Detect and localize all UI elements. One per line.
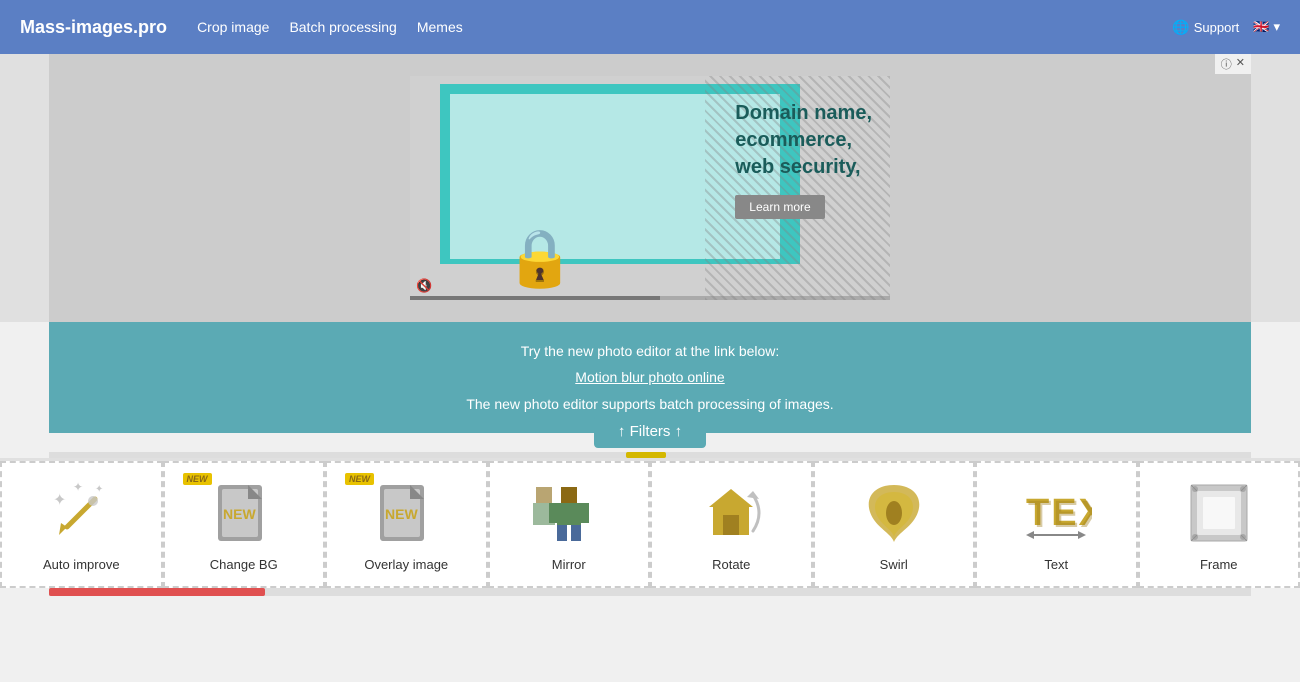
frame-icon <box>1183 477 1255 549</box>
ad-progress-fill <box>410 296 660 300</box>
tool-frame-label: Frame <box>1200 557 1238 572</box>
scroll-indicator <box>626 452 666 458</box>
ad-headline-area: Domain name, ecommerce, web security, Le… <box>735 100 872 219</box>
ad-info-icon: ⓘ <box>1221 56 1232 72</box>
ad-info-bar: ⓘ ✕ <box>1215 54 1251 74</box>
nav-batch-processing[interactable]: Batch processing <box>289 19 396 35</box>
navbar: Mass-images.pro Crop image Batch process… <box>0 0 1300 54</box>
change-bg-new-badge: NEW <box>183 473 212 485</box>
ad-mute-icon[interactable]: 🔇 <box>416 278 432 294</box>
ad-inner: 🔒 Domain name, ecommerce, web security, … <box>410 76 890 300</box>
promo-line1: Try the new photo editor at the link bel… <box>69 340 1231 362</box>
bottom-scrollbar[interactable] <box>49 588 1251 596</box>
navbar-right: 🌐 Support 🇬🇧 ▾ <box>1172 19 1280 36</box>
globe-icon: 🌐 <box>1172 19 1189 36</box>
tool-frame[interactable]: Frame <box>1138 461 1300 588</box>
language-selector[interactable]: 🇬🇧 ▾ <box>1253 19 1280 35</box>
ad-headline: Domain name, ecommerce, web security, <box>735 100 872 181</box>
tool-mirror-label: Mirror <box>552 557 586 572</box>
tool-change-bg-label: Change BG <box>210 557 278 572</box>
swirl-icon <box>858 477 930 549</box>
bottom-scroll-fill <box>49 588 265 596</box>
auto-improve-icon: ✦ ✦ ✦ <box>45 477 117 549</box>
scroll-line-area <box>0 448 1300 458</box>
nav-crop-image[interactable]: Crop image <box>197 19 269 35</box>
tool-overlay-image-label: Overlay image <box>364 557 448 572</box>
uk-flag-icon: 🇬🇧 <box>1253 19 1269 35</box>
filters-button[interactable]: ↑ Filters ↑ <box>594 415 706 448</box>
svg-text:NEW: NEW <box>385 506 418 522</box>
text-icon: TEXT TEXT <box>1020 477 1092 549</box>
ad-lock-icon: 🔒 <box>505 230 575 286</box>
filters-btn-area: ↑ Filters ↑ <box>0 415 1300 448</box>
svg-text:TEXT: TEXT <box>1028 494 1092 536</box>
tool-rotate-label: Rotate <box>712 557 750 572</box>
tool-rotate[interactable]: Rotate <box>650 461 813 588</box>
nav-links: Crop image Batch processing Memes <box>197 19 463 35</box>
svg-text:NEW: NEW <box>223 506 256 522</box>
bottom-scroll-area <box>0 588 1300 596</box>
tool-auto-improve[interactable]: ✦ ✦ ✦ Auto improve <box>0 461 163 588</box>
tool-auto-improve-label: Auto improve <box>43 557 120 572</box>
tool-change-bg[interactable]: NEW NEW Change BG <box>163 461 326 588</box>
promo-line2: The new photo editor supports batch proc… <box>69 393 1231 415</box>
ad-container: ⓘ ✕ 🔒 Domain name, ecommerce, web securi… <box>49 54 1251 322</box>
tool-text-label: Text <box>1044 557 1068 572</box>
change-bg-icon: NEW <box>208 477 280 549</box>
nav-memes[interactable]: Memes <box>417 19 463 35</box>
mirror-icon <box>533 477 605 549</box>
rotate-icon <box>695 477 767 549</box>
brand-logo[interactable]: Mass-images.pro <box>20 17 167 38</box>
tool-mirror[interactable]: Mirror <box>488 461 651 588</box>
promo-link[interactable]: Motion blur photo online <box>575 369 724 385</box>
tools-area: ✦ ✦ ✦ Auto improve NEW NEW Change BG NEW <box>0 458 1300 588</box>
svg-text:✦: ✦ <box>53 492 66 509</box>
overlay-image-icon: NEW <box>370 477 442 549</box>
ad-close-icon[interactable]: ✕ <box>1236 56 1245 72</box>
tool-swirl-label: Swirl <box>880 557 908 572</box>
tool-swirl[interactable]: Swirl <box>813 461 976 588</box>
scroll-line <box>49 452 1251 458</box>
ad-learn-more-button[interactable]: Learn more <box>735 195 824 219</box>
chevron-down-icon: ▾ <box>1273 19 1280 35</box>
tool-text[interactable]: TEXT TEXT Text <box>975 461 1138 588</box>
svg-text:✦: ✦ <box>73 480 83 494</box>
tool-overlay-image[interactable]: NEW NEW Overlay image <box>325 461 488 588</box>
overlay-new-badge: NEW <box>345 473 374 485</box>
support-button[interactable]: 🌐 Support <box>1172 19 1239 36</box>
svg-text:✦: ✦ <box>95 484 103 495</box>
